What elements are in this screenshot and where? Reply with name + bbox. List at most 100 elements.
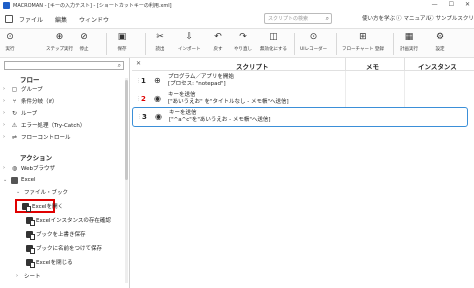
step-number: 2: [141, 95, 146, 103]
toolbar-separator: [145, 33, 146, 55]
excel-file-icon: [26, 216, 35, 226]
sidebar-group-label: シート: [24, 274, 41, 280]
window-controls: — ☐ ✕: [432, 1, 470, 8]
sidebar-item-label: Excel: [21, 177, 36, 183]
toolbar-separator: [336, 33, 337, 55]
undo-button[interactable]: ↶ 戻す: [212, 31, 224, 52]
step-description: キーを送信 ["^a^c"を"あいうえお - メモ帳"へ送信]: [169, 110, 271, 124]
menu-file[interactable]: ファイル: [19, 15, 43, 24]
sample-script-link[interactable]: ⓘ サンプルスクリプト: [428, 14, 474, 22]
sample-label: サンプルスクリプト: [435, 16, 474, 22]
app-window: MACROMAN - [キーの入力テスト] - [ショートカットキーの利用.xm…: [0, 0, 474, 288]
sidebar-item-label: フローコントロール: [21, 135, 71, 141]
action-heading: アクション: [20, 154, 53, 162]
sidebar-item-excel[interactable]: ⌄ Excel: [3, 175, 36, 185]
sidebar-group-sheet[interactable]: › シート: [16, 271, 41, 281]
action-search-input[interactable]: ⌕: [4, 61, 124, 70]
step-icon: ⊕: [55, 32, 64, 42]
import-button[interactable]: ⇩ インポート: [178, 31, 201, 52]
chevron-right-icon: ›: [16, 273, 18, 279]
save-button[interactable]: ▣ 保存: [116, 31, 128, 52]
play-icon: ⊙: [6, 32, 14, 42]
sidebar-item-excel-save[interactable]: ブックを上書き保存: [26, 229, 86, 240]
toolbar-separator: [393, 33, 394, 55]
ui-recorder-button[interactable]: ⊙ UIレコーダー: [300, 31, 327, 52]
import-label: インポート: [178, 47, 201, 52]
sidebar-item-label: Excelを閉じる: [36, 260, 73, 266]
close-icon[interactable]: ✕: [136, 60, 141, 67]
step-run-label: ステップ実行: [46, 47, 73, 52]
help-icon: ⓘ: [396, 16, 402, 22]
maximize-icon[interactable]: ☐: [449, 1, 454, 8]
chevron-right-icon: ›: [3, 122, 5, 128]
sidebar-item-if[interactable]: › ⑂ 条件分岐（if）: [3, 96, 57, 106]
stop-button[interactable]: ⊘ 停止: [78, 31, 90, 52]
menu-window[interactable]: ウィンドウ: [79, 15, 109, 24]
stop-label: 停止: [79, 47, 89, 52]
sidebar-item-excel-close[interactable]: Excelを閉じる: [26, 257, 73, 268]
toolbar-separator: [294, 33, 295, 55]
script-step-selected[interactable]: ⋮ 3 ◉ キーを送信 ["^a^c"を"あいうえお - メモ帳"へ送信]: [132, 107, 468, 127]
step-title: キーを送信: [169, 110, 197, 116]
sidebar-item-web-browser[interactable]: › ◍ Webブラウザ: [3, 163, 55, 173]
schedule-button[interactable]: ▦ 計画実行: [400, 31, 418, 52]
column-header-instance: インスタンス: [418, 63, 457, 71]
info-icon: ⓘ: [428, 16, 434, 22]
error-icon: ⚠: [11, 121, 18, 129]
excel-file-icon: [26, 230, 35, 240]
sidebar-group-file-book[interactable]: ⌄ ファイル・ブック: [16, 187, 68, 197]
menu-bar: ファイル 編集 ウィンドウ スクリプトの検索 ⌕ 使い方を学ぶ ⓘ マニュアル …: [0, 10, 474, 28]
column-divider: [404, 58, 405, 71]
script-search-input[interactable]: スクリプトの検索 ⌕: [264, 13, 332, 24]
sidebar-item-excel-open[interactable]: Excelを開く: [22, 201, 64, 212]
sidebar-item-label: Excelインスタンスの存在確認: [36, 218, 111, 224]
chevron-right-icon: ›: [3, 98, 5, 104]
disable-button[interactable]: ◫ 無効化にする: [260, 31, 287, 52]
file-menu-icon[interactable]: [5, 15, 13, 23]
flowchart-button[interactable]: ⊞ フローチャート 登録: [342, 31, 384, 52]
chevron-right-icon: ›: [3, 134, 5, 140]
step-description: プログラム／アプリを開始 [プロセス: "notepad"]: [168, 74, 234, 88]
script-search-placeholder: スクリプトの検索: [268, 16, 309, 22]
redo-icon: ↷: [239, 32, 247, 42]
sidebar-item-group[interactable]: › ▢ グループ: [3, 84, 43, 94]
menu-edit[interactable]: 編集: [55, 15, 67, 24]
save-icon: ▣: [117, 32, 127, 42]
run-button[interactable]: ⊙ 実行: [4, 31, 16, 52]
toolbar-separator: [106, 33, 107, 55]
learn-link[interactable]: 使い方を学ぶ: [362, 14, 395, 22]
manual-link[interactable]: ⓘ マニュアル: [396, 14, 431, 22]
manual-label: マニュアル: [403, 16, 431, 22]
settings-button[interactable]: ⚙ 設定: [434, 31, 446, 52]
sidebar-item-excel-instance[interactable]: Excelインスタンスの存在確認: [26, 215, 111, 226]
globe-icon: ◍: [11, 164, 18, 172]
redo-button[interactable]: ↷ やり直し: [234, 31, 252, 52]
minimize-icon[interactable]: —: [432, 1, 438, 8]
sidebar-item-label: グループ: [21, 87, 43, 93]
excel-icon: [11, 176, 18, 184]
sidebar-item-label: Excelを開く: [32, 204, 64, 210]
scissors-icon: ✂: [156, 32, 164, 42]
close-icon[interactable]: ✕: [465, 1, 470, 8]
schedule-label: 計画実行: [400, 47, 418, 52]
step-run-button[interactable]: ⊕ ステップ実行: [46, 31, 73, 52]
search-icon: ⌕: [325, 15, 329, 22]
sidebar-item-flow-control[interactable]: › ⇌ フローコントロール: [3, 132, 71, 142]
step-description: キーを送信 ["あいうえお" を"タイトルなし - メモ帳"へ送信]: [168, 92, 289, 106]
sidebar-item-loop[interactable]: › ↻ ループ: [3, 108, 37, 118]
ui-recorder-label: UIレコーダー: [300, 47, 328, 52]
branch-icon: ⑂: [12, 97, 17, 105]
step-number: 3: [142, 113, 147, 121]
cut-label: 読出: [155, 47, 165, 52]
script-step[interactable]: ⋮ 1 ⊕ プログラム／アプリを開始 [プロセス: "notepad"]: [132, 72, 468, 92]
run-label: 実行: [5, 47, 15, 52]
step-title: キーを送信: [168, 92, 196, 98]
sidebar-item-label: 条件分岐（if）: [21, 99, 58, 105]
flowchart-label: フローチャート 登録: [342, 47, 384, 52]
loop-icon: ↻: [11, 109, 18, 117]
sidebar-scrollbar[interactable]: [125, 78, 128, 283]
sidebar-item-try-catch[interactable]: › ⚠ エラー処理（Try-Catch）: [3, 120, 85, 130]
sidebar-item-excel-save-as[interactable]: ブックに名前をつけて保存: [26, 243, 102, 254]
cut-button[interactable]: ✂ 読出: [154, 31, 166, 52]
column-header-row: ✕ スクリプト メモ インスタンス: [132, 58, 474, 71]
